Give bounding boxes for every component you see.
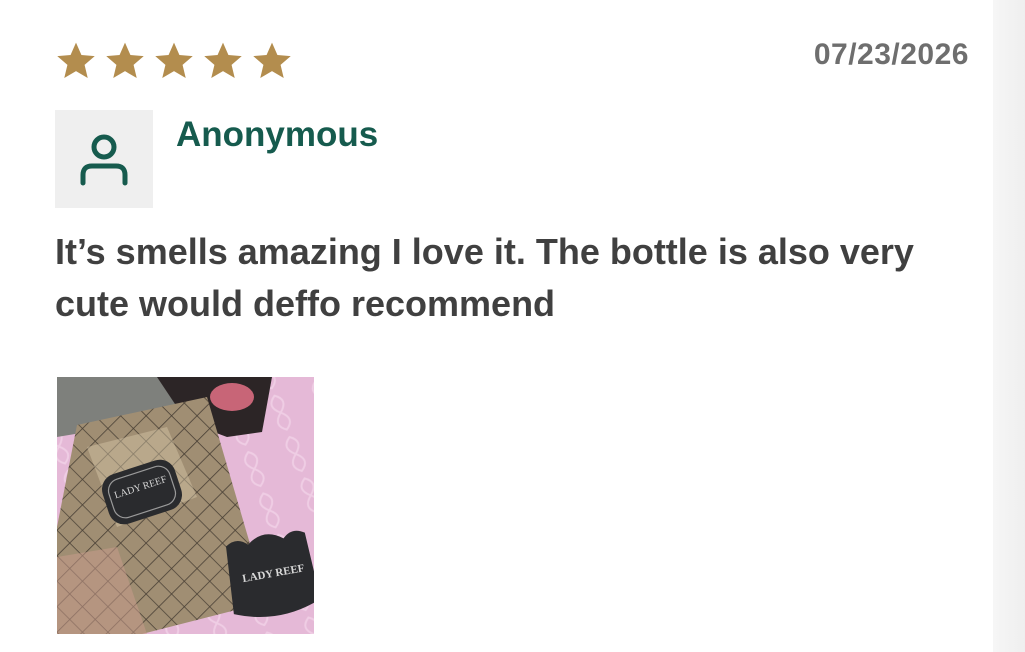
star-icon [204,42,242,78]
star-icon [155,42,193,78]
review-date: 07/23/2026 [813,38,969,71]
avatar [55,110,153,208]
author-name: Anonymous [176,115,379,154]
star-rating [55,40,293,82]
star-icon [106,42,144,78]
scroll-edge [993,0,1025,652]
review-text: It’s smells amazing I love it. The bottl… [55,231,914,324]
review-card: 07/23/2026 Anonymous It’s smells amazing… [0,0,1025,652]
review-photo[interactable]: LADY REEF LADY REEF [57,377,314,634]
star-icon [253,42,291,78]
user-icon [80,134,128,186]
star-icon [57,42,95,78]
perfume-bottle-photo: LADY REEF LADY REEF [57,377,314,634]
